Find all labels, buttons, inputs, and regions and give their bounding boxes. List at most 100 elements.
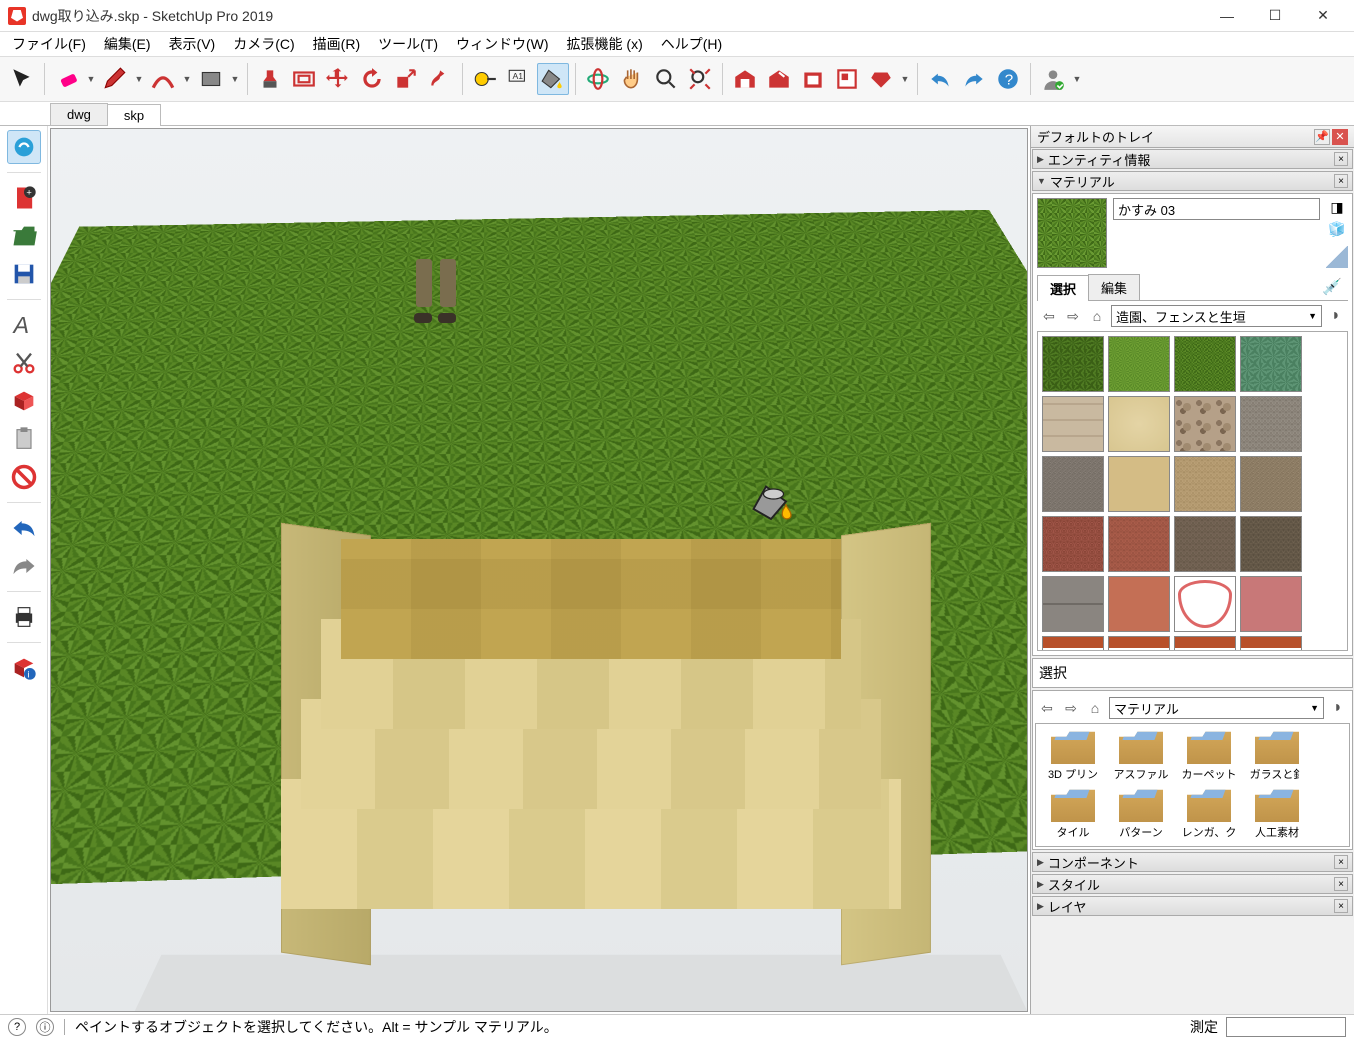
nav-home-icon[interactable]: ⌂ [1085, 698, 1105, 718]
ruby-icon[interactable] [865, 63, 897, 95]
section-layers[interactable]: ▶ レイヤ × [1032, 896, 1353, 916]
material-swatch[interactable] [1240, 336, 1302, 392]
cut-icon[interactable] [7, 346, 41, 380]
zoom-tool-icon[interactable] [650, 63, 682, 95]
print-icon[interactable] [7, 600, 41, 634]
save-file-icon[interactable] [7, 257, 41, 291]
material-swatch[interactable] [1108, 396, 1170, 452]
select-tool-icon[interactable] [6, 63, 38, 95]
menu-extensions[interactable]: 拡張機能 (x) [559, 32, 651, 56]
eraser-tool-icon[interactable] [51, 63, 83, 95]
details-menu-icon[interactable]: ◗ [1328, 698, 1348, 718]
orbit-tool-icon[interactable] [582, 63, 614, 95]
tray-pin-icon[interactable]: 📌 [1314, 129, 1330, 145]
user-dropdown[interactable]: ▼ [1071, 63, 1083, 95]
display-secondary-icon[interactable]: ◨ [1327, 198, 1347, 216]
folder-tile[interactable]: タイル [1040, 786, 1106, 842]
extension-warehouse-icon[interactable] [797, 63, 829, 95]
arc-tool-icon[interactable] [147, 63, 179, 95]
help-icon[interactable]: ? [992, 63, 1024, 95]
material-swatch[interactable] [1042, 456, 1104, 512]
material-swatch[interactable] [1240, 516, 1302, 572]
selection-combo[interactable]: マテリアル ▼ [1109, 697, 1324, 719]
material-swatch[interactable] [1174, 456, 1236, 512]
menu-view[interactable]: 表示(V) [161, 32, 224, 56]
move-tool-icon[interactable] [322, 63, 354, 95]
scene-tab-dwg[interactable]: dwg [50, 103, 108, 125]
material-swatch[interactable] [1108, 636, 1170, 651]
maximize-button[interactable]: ☐ [1252, 2, 1298, 30]
material-swatch[interactable] [1174, 396, 1236, 452]
measure-input[interactable] [1226, 1017, 1346, 1037]
menu-edit[interactable]: 編集(E) [96, 32, 159, 56]
pencil-tool-icon[interactable] [99, 63, 131, 95]
material-swatch[interactable] [1174, 336, 1236, 392]
material-preview[interactable] [1037, 198, 1107, 268]
undo-icon[interactable] [924, 63, 956, 95]
new-file-icon[interactable]: + [7, 181, 41, 215]
default-material-icon[interactable] [1326, 246, 1348, 268]
create-material-icon[interactable]: 🧊 [1327, 220, 1347, 238]
material-swatch[interactable] [1042, 396, 1104, 452]
undo-left-icon[interactable] [7, 511, 41, 545]
viewport-3d[interactable] [50, 128, 1028, 1012]
section-styles[interactable]: ▶ スタイル × [1032, 874, 1353, 894]
eraser-dropdown[interactable]: ▼ [85, 63, 97, 95]
material-swatch[interactable] [1042, 336, 1104, 392]
menu-draw[interactable]: 描画(R) [305, 32, 368, 56]
minimize-button[interactable]: — [1204, 2, 1250, 30]
delete-icon[interactable] [7, 460, 41, 494]
section-close-icon[interactable]: × [1334, 877, 1348, 891]
material-name-input[interactable] [1113, 198, 1320, 220]
redo-left-icon[interactable] [7, 549, 41, 583]
layout-icon[interactable] [831, 63, 863, 95]
material-swatch[interactable] [1108, 336, 1170, 392]
material-library-combo[interactable]: 造園、フェンスと生垣 ▼ [1111, 305, 1322, 327]
credits-icon[interactable]: ⓘ [36, 1018, 54, 1036]
tray-close-icon[interactable]: ✕ [1332, 129, 1348, 145]
zoom-extents-tool-icon[interactable] [684, 63, 716, 95]
material-swatch[interactable] [1240, 576, 1302, 632]
section-entity-info[interactable]: ▶ エンティティ情報 × [1032, 149, 1353, 169]
scene-tab-skp[interactable]: skp [107, 104, 161, 126]
pushpull-tool-icon[interactable] [254, 63, 286, 95]
folder-3dprint[interactable]: 3D プリン [1040, 728, 1106, 784]
tape-tool-icon[interactable] [469, 63, 501, 95]
paint-bucket-tool-icon[interactable] [537, 63, 569, 95]
plugin-icon[interactable] [7, 130, 41, 164]
close-button[interactable]: ✕ [1300, 2, 1346, 30]
material-swatch[interactable] [1174, 576, 1236, 632]
material-swatch[interactable] [1042, 576, 1104, 632]
menu-help[interactable]: ヘルプ(H) [653, 32, 730, 56]
eyedropper-icon[interactable]: 💉 [1316, 274, 1348, 300]
scale-tool-icon[interactable] [390, 63, 422, 95]
material-swatch[interactable] [1108, 576, 1170, 632]
material-swatch[interactable] [1240, 636, 1302, 651]
material-swatch-list[interactable] [1037, 331, 1348, 651]
folder-asphalt[interactable]: アスファル [1108, 728, 1174, 784]
material-swatch[interactable] [1240, 396, 1302, 452]
model-info-icon[interactable]: i [7, 651, 41, 685]
details-menu-icon[interactable]: ◗ [1326, 306, 1346, 326]
arc-dropdown[interactable]: ▼ [181, 63, 193, 95]
pan-tool-icon[interactable] [616, 63, 648, 95]
folder-brick[interactable]: レンガ、ク [1176, 786, 1242, 842]
rectangle-tool-icon[interactable] [195, 63, 227, 95]
nav-home-icon[interactable]: ⌂ [1087, 306, 1107, 326]
redo-icon[interactable] [958, 63, 990, 95]
folder-glass[interactable]: ガラスと釒 [1244, 728, 1310, 784]
geolocation-icon[interactable]: ? [8, 1018, 26, 1036]
materials-tab-edit[interactable]: 編集 [1088, 274, 1140, 300]
menu-camera[interactable]: カメラ(C) [225, 32, 302, 56]
menu-file[interactable]: ファイル(F) [4, 32, 94, 56]
section-components[interactable]: ▶ コンポーネント × [1032, 852, 1353, 872]
component-icon[interactable] [7, 384, 41, 418]
warehouse-icon[interactable] [729, 63, 761, 95]
followme-tool-icon[interactable] [424, 63, 456, 95]
folder-synthetic[interactable]: 人工素材 [1244, 786, 1310, 842]
menu-window[interactable]: ウィンドウ(W) [448, 32, 557, 56]
material-swatch[interactable] [1042, 516, 1104, 572]
tray-header[interactable]: デフォルトのトレイ 📌 ✕ [1031, 126, 1354, 148]
user-icon[interactable] [1037, 63, 1069, 95]
rectangle-dropdown[interactable]: ▼ [229, 63, 241, 95]
